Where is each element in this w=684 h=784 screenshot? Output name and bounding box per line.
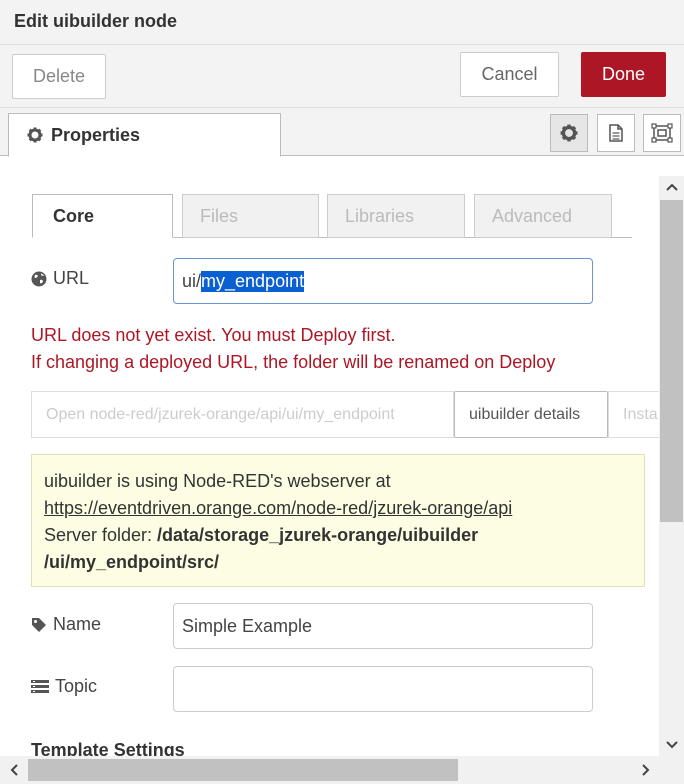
dialog-titlebar: Edit uibuilder node — [0, 0, 684, 45]
link-button-row: Open node-red/jzurek-orange/api/ui/my_en… — [31, 391, 659, 438]
horizontal-scrollbar[interactable] — [0, 756, 684, 784]
name-label-text: Name — [53, 614, 102, 634]
server-folder-path-2: /ui/my_endpoint/src/ — [44, 552, 220, 572]
delete-button[interactable]: Delete — [12, 54, 106, 99]
url-value-selected: my_endpoint — [201, 270, 305, 292]
open-endpoint-button[interactable]: Open node-red/jzurek-orange/api/ui/my_en… — [31, 391, 454, 438]
settings-tab-button[interactable] — [550, 114, 588, 152]
description-tab-button[interactable] — [597, 114, 635, 152]
scroll-up-arrow-icon[interactable] — [659, 176, 684, 198]
dialog-title: Edit uibuilder node — [14, 11, 177, 31]
scroll-down-arrow-icon[interactable] — [659, 734, 684, 756]
url-prefix: ui/ — [182, 270, 202, 291]
tab-files[interactable]: Files — [182, 194, 319, 238]
scroll-left-arrow-icon[interactable] — [0, 756, 28, 784]
cancel-button[interactable]: Cancel — [460, 52, 559, 97]
tab-core[interactable]: Core — [32, 194, 173, 238]
server-info-box: uibuilder is using Node-RED's webserver … — [31, 454, 645, 587]
url-label: URL — [31, 268, 89, 289]
server-folder-line: Server folder: /data/storage_jzurek-oran… — [44, 522, 632, 549]
info-line-1: uibuilder is using Node-RED's webserver … — [44, 471, 391, 491]
tab-libraries[interactable]: Libraries — [327, 194, 465, 238]
name-input[interactable]: Simple Example — [173, 603, 593, 649]
webserver-link[interactable]: https://eventdriven.orange.com/node-red/… — [44, 495, 632, 522]
scroll-right-arrow-icon[interactable] — [632, 756, 660, 784]
done-button[interactable]: Done — [581, 52, 666, 97]
globe-icon — [31, 271, 47, 286]
tab-properties-label: Properties — [51, 124, 141, 145]
url-label-text: URL — [53, 268, 90, 288]
vertical-scroll-thumb[interactable] — [660, 200, 683, 522]
uibuilder-details-button[interactable]: uibuilder details — [454, 391, 608, 438]
server-folder-path-1: /data/storage_jzurek-orange/uibuilder — [157, 525, 479, 545]
name-label: Name — [31, 614, 101, 635]
vertical-scrollbar[interactable] — [659, 176, 684, 756]
appearance-tab-button[interactable] — [643, 114, 681, 152]
subtab-bar: Core Files Libraries Advanced — [32, 194, 632, 238]
topic-label-text: Topic — [55, 676, 98, 696]
tab-properties[interactable]: Properties — [8, 113, 281, 157]
url-error-line-1: URL does not yet exist. You must Deploy … — [31, 325, 396, 345]
url-error-message: URL does not yet exist. You must Deploy … — [31, 322, 555, 376]
tab-advanced[interactable]: Advanced — [474, 194, 612, 238]
dialog-button-bar: Delete Cancel Done — [0, 45, 684, 108]
template-settings-heading: Template Settings — [31, 740, 185, 756]
install-button[interactable]: Insta — [608, 391, 659, 438]
document-icon — [609, 124, 623, 142]
gear-icon — [27, 127, 43, 143]
url-input[interactable]: ui/my_endpoint — [173, 258, 593, 304]
gear-icon — [560, 124, 578, 142]
server-folder-label: Server folder: — [44, 525, 158, 545]
dialog-tab-bar: Properties — [0, 108, 684, 157]
list-icon — [31, 679, 49, 693]
frame-icon — [651, 123, 673, 143]
properties-panel: Core Files Libraries Advanced URL ui/my_… — [0, 156, 659, 756]
horizontal-scroll-thumb[interactable] — [28, 759, 458, 781]
name-value: Simple Example — [182, 615, 313, 636]
topic-input[interactable] — [173, 666, 593, 712]
topic-label: Topic — [31, 676, 97, 697]
tag-icon — [32, 617, 46, 632]
url-error-line-2: If changing a deployed URL, the folder w… — [31, 352, 556, 372]
